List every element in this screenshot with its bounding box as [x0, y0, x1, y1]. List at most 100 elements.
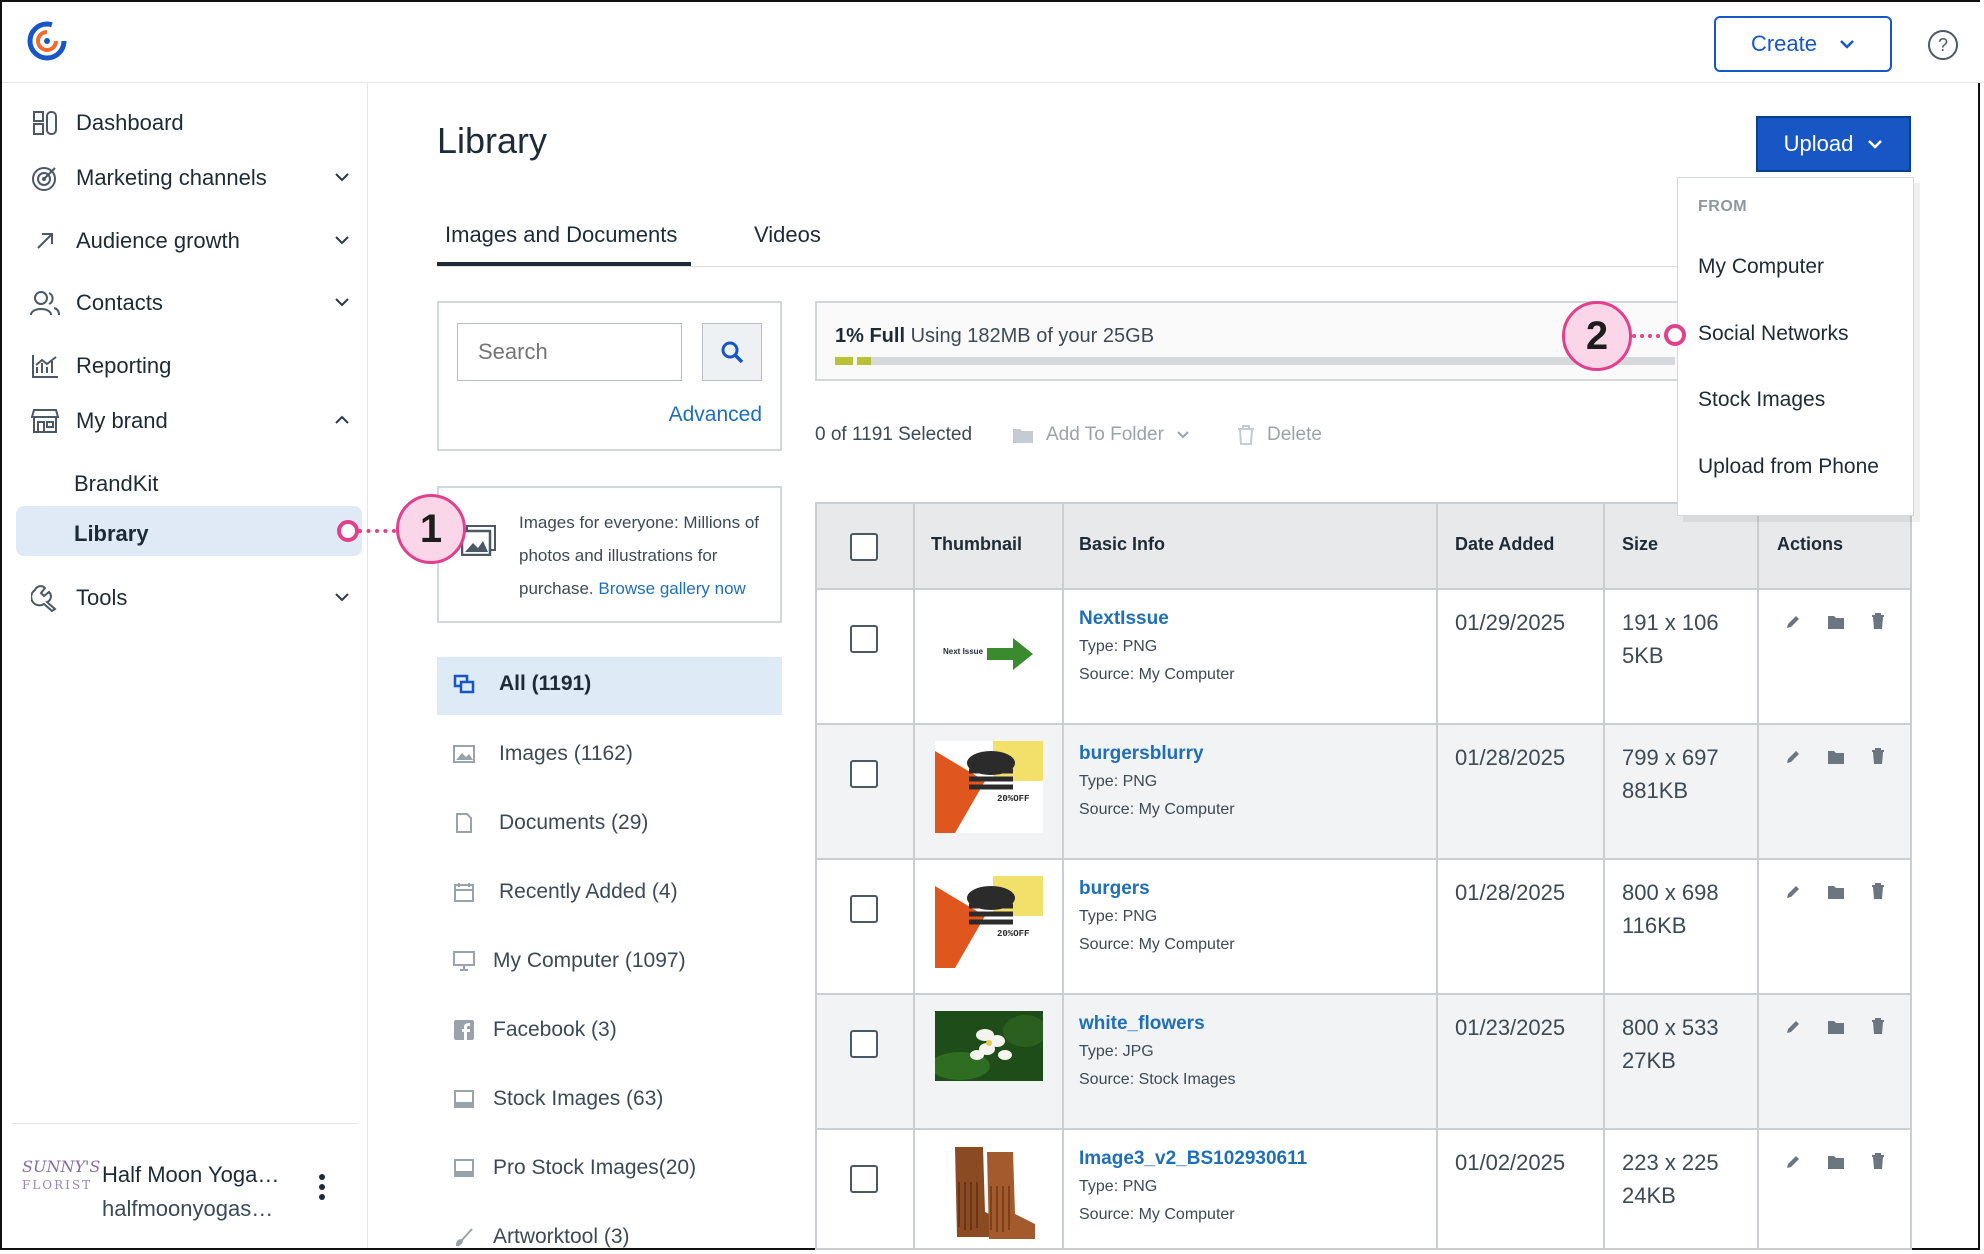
- folder-icon[interactable]: [1827, 1154, 1845, 1170]
- table-row: Next Issue NextIssue Type: PNG Source: M…: [817, 590, 1910, 725]
- filter-all[interactable]: All (1191): [453, 672, 591, 696]
- folder-icon[interactable]: [1827, 614, 1845, 630]
- search-button[interactable]: [702, 323, 762, 381]
- sidebar-item-label: Tools: [76, 585, 128, 610]
- edit-icon[interactable]: [1785, 1019, 1801, 1035]
- target-icon: [30, 163, 60, 193]
- upload-button[interactable]: Upload: [1756, 116, 1911, 172]
- filter-label: Artworktool (3): [493, 1225, 630, 1248]
- filter-label: All (1191): [499, 672, 592, 695]
- filter-images[interactable]: Images (1162): [453, 742, 633, 766]
- row-checkbox[interactable]: [850, 625, 878, 653]
- file-size-cell: 191 x 106 5KB: [1622, 606, 1719, 672]
- edit-icon[interactable]: [1785, 749, 1801, 765]
- filter-facebook[interactable]: Facebook (3): [453, 1018, 617, 1042]
- thumbnail-nextissue[interactable]: Next Issue: [935, 608, 1043, 700]
- sidebar-item-reporting[interactable]: Reporting: [30, 346, 350, 386]
- create-button[interactable]: Create: [1714, 16, 1892, 72]
- row-checkbox[interactable]: [850, 1030, 878, 1058]
- storage-percent: 1% Full: [835, 325, 906, 347]
- help-icon[interactable]: ?: [1928, 30, 1958, 60]
- file-name-link[interactable]: NextIssue: [1079, 608, 1169, 630]
- edit-icon[interactable]: [1785, 614, 1801, 630]
- chevron-down-icon: [334, 586, 350, 607]
- sidebar-item-dashboard[interactable]: Dashboard: [30, 103, 350, 143]
- column-divider: [1062, 504, 1064, 1248]
- sidebar-item-audience-growth[interactable]: Audience growth: [30, 221, 350, 261]
- column-header-size[interactable]: Size: [1622, 534, 1658, 555]
- filter-artworktool[interactable]: Artworktool (3): [453, 1225, 630, 1249]
- file-dimensions: 799 x 697: [1622, 745, 1719, 770]
- file-size: 116KB: [1622, 913, 1687, 938]
- trash-icon[interactable]: [1871, 1018, 1885, 1035]
- delete-button[interactable]: Delete: [1237, 424, 1322, 446]
- file-type: Type: PNG: [1079, 638, 1158, 655]
- upload-from-social-networks[interactable]: Social Networks: [1698, 322, 1849, 346]
- thumbnail-image3[interactable]: [935, 1142, 1043, 1242]
- filter-recently-added[interactable]: Recently Added (4): [453, 880, 678, 904]
- browse-gallery-link[interactable]: Browse gallery now: [598, 579, 745, 598]
- date-added: 01/28/2025: [1455, 745, 1566, 770]
- file-size-cell: 223 x 225 24KB: [1622, 1146, 1719, 1212]
- file-name-link[interactable]: white_flowers: [1079, 1013, 1205, 1035]
- filter-label: Facebook (3): [493, 1018, 617, 1041]
- row-checkbox[interactable]: [850, 895, 878, 923]
- sidebar-divider: [12, 1123, 358, 1124]
- thumbnail-burgersblurry[interactable]: 20%OFF: [935, 741, 1043, 833]
- add-to-folder-button[interactable]: Add To Folder: [1012, 424, 1190, 446]
- filter-label: Images (1162): [499, 742, 633, 765]
- constant-contact-logo[interactable]: [26, 20, 68, 62]
- sidebar-item-tools[interactable]: Tools: [30, 578, 350, 618]
- callout-2-pointer: [1664, 324, 1686, 346]
- thumbnail-white-flowers[interactable]: [930, 1011, 1047, 1103]
- file-name-link[interactable]: burgers: [1079, 878, 1150, 900]
- thumbnail-burgers[interactable]: 20%OFF: [935, 876, 1043, 968]
- filter-my-computer[interactable]: My Computer (1097): [453, 949, 686, 973]
- tab-images-and-documents[interactable]: Images and Documents: [445, 222, 677, 248]
- column-header-date-added[interactable]: Date Added: [1455, 534, 1554, 555]
- file-type: Type: PNG: [1079, 908, 1158, 925]
- row-checkbox[interactable]: [850, 1165, 878, 1193]
- stock-gallery-promo: Images for everyone: Millions of photos …: [437, 486, 782, 623]
- sidebar-item-marketing-channels[interactable]: Marketing channels: [30, 158, 350, 198]
- trash-icon[interactable]: [1871, 748, 1885, 765]
- tab-videos[interactable]: Videos: [754, 222, 821, 248]
- file-name-link[interactable]: burgersblurry: [1079, 743, 1204, 765]
- folder-icon[interactable]: [1827, 1019, 1845, 1035]
- filter-pro-stock-images[interactable]: Pro Stock Images(20): [453, 1156, 696, 1180]
- folder-icon[interactable]: [1827, 884, 1845, 900]
- document-icon: [453, 813, 475, 833]
- all-items-icon: [453, 674, 475, 694]
- file-source: Source: Stock Images: [1079, 1071, 1236, 1088]
- chevron-down-icon: [334, 229, 350, 250]
- sidebar-item-label: Reporting: [76, 353, 172, 378]
- row-checkbox[interactable]: [850, 760, 878, 788]
- sidebar-item-label: Audience growth: [76, 228, 240, 253]
- select-all-checkbox[interactable]: [850, 533, 878, 561]
- account-name[interactable]: Half Moon Yoga…: [102, 1162, 279, 1188]
- upload-from-phone[interactable]: Upload from Phone: [1698, 455, 1879, 479]
- trash-icon[interactable]: [1871, 883, 1885, 900]
- trash-icon[interactable]: [1871, 613, 1885, 630]
- more-options-icon[interactable]: [318, 1173, 326, 1201]
- trash-icon[interactable]: [1871, 1153, 1885, 1170]
- edit-icon[interactable]: [1785, 1154, 1801, 1170]
- file-name-link[interactable]: Image3_v2_BS102930611: [1079, 1148, 1307, 1170]
- filter-stock-images[interactable]: Stock Images (63): [453, 1087, 663, 1111]
- sidebar-item-my-brand[interactable]: My brand: [30, 401, 350, 441]
- search-input[interactable]: [457, 323, 682, 381]
- upload-from-stock-images[interactable]: Stock Images: [1698, 388, 1825, 412]
- chevron-down-icon: [1177, 431, 1189, 439]
- sidebar-item-library-label[interactable]: Library: [74, 521, 149, 547]
- upload-from-my-computer[interactable]: My Computer: [1698, 255, 1824, 279]
- file-size-cell: 799 x 697 881KB: [1622, 741, 1719, 807]
- sidebar-item-brandkit[interactable]: BrandKit: [74, 471, 158, 497]
- edit-icon[interactable]: [1785, 884, 1801, 900]
- filter-documents[interactable]: Documents (29): [453, 811, 648, 835]
- file-size: 881KB: [1622, 778, 1689, 803]
- advanced-search-link[interactable]: Advanced: [669, 403, 762, 427]
- sidebar-item-library[interactable]: [16, 506, 362, 556]
- folder-icon[interactable]: [1827, 749, 1845, 765]
- sidebar-item-contacts[interactable]: Contacts: [30, 283, 350, 323]
- filter-label: Documents (29): [499, 811, 649, 834]
